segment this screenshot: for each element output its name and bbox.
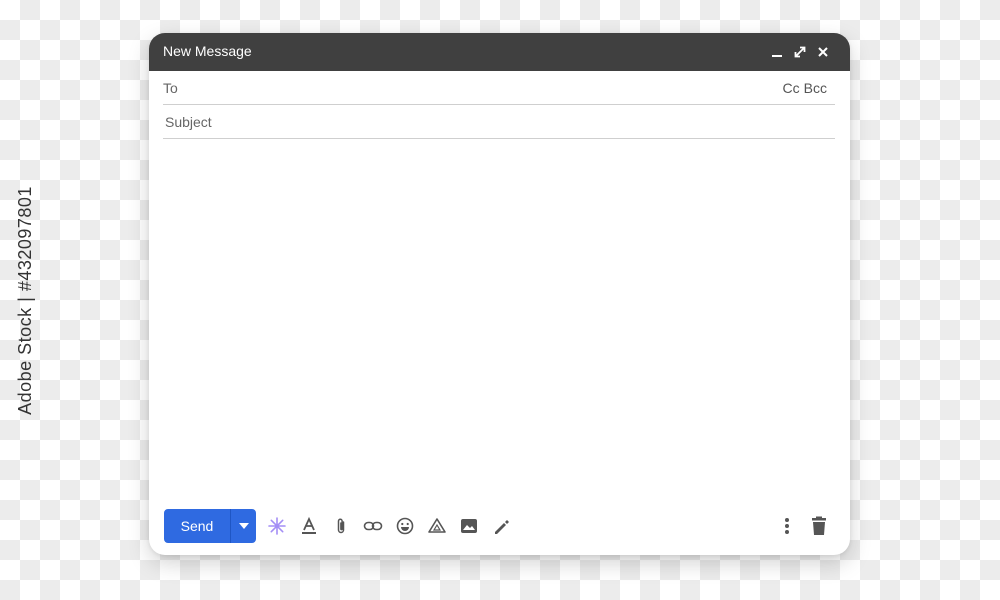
watermark: Adobe Stock | #432097801 <box>14 0 36 600</box>
attach-icon[interactable] <box>328 513 354 539</box>
send-button[interactable]: Send <box>164 509 230 543</box>
watermark-text: Adobe Stock | #432097801 <box>14 185 35 415</box>
send-options-button[interactable] <box>231 509 256 543</box>
cc-link[interactable]: Cc <box>783 80 800 96</box>
trash-icon[interactable] <box>806 513 832 539</box>
format-tools <box>264 509 514 543</box>
window-title: New Message <box>163 43 252 59</box>
cc-bcc-links: Cc Bcc <box>783 80 827 96</box>
drive-icon[interactable] <box>424 513 450 539</box>
compose-titlebar[interactable]: New Message <box>149 33 850 71</box>
right-tools <box>774 509 832 543</box>
formatting-icon[interactable] <box>296 513 322 539</box>
minimize-icon[interactable] <box>770 45 784 59</box>
to-field-row: To Cc Bcc <box>163 71 835 105</box>
to-input[interactable] <box>203 76 765 100</box>
ai-assist-icon[interactable] <box>264 513 290 539</box>
message-body[interactable] <box>163 143 835 485</box>
compose-toolbar: Send <box>164 509 832 543</box>
image-icon[interactable] <box>456 513 482 539</box>
subject-field-row <box>163 105 835 139</box>
emoji-icon[interactable] <box>392 513 418 539</box>
caret-down-icon <box>238 523 249 529</box>
window-controls <box>770 45 830 59</box>
close-icon[interactable] <box>816 45 830 59</box>
compose-window: New Message To Cc Bcc Subject Send <box>149 33 850 555</box>
to-label: To <box>163 80 178 96</box>
more-options-icon[interactable] <box>774 513 800 539</box>
bcc-link[interactable]: Bcc <box>804 80 827 96</box>
send-button-group: Send <box>164 509 256 543</box>
subject-input[interactable] <box>163 110 835 134</box>
signature-icon[interactable] <box>488 513 514 539</box>
expand-icon[interactable] <box>793 45 807 59</box>
link-icon[interactable] <box>360 513 386 539</box>
